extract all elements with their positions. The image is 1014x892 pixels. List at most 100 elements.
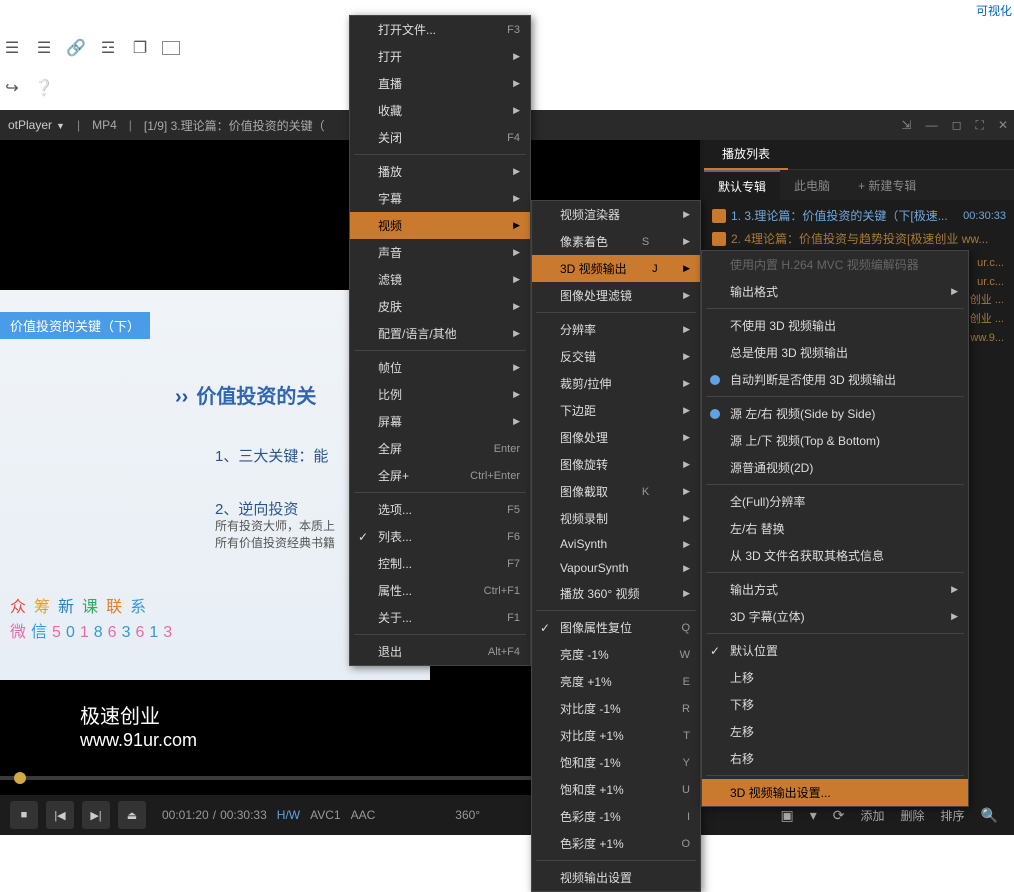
- playlist-item[interactable]: 2. 4理论篇：价值投资与趋势投资[极速创业 ww...: [710, 227, 1008, 250]
- stop-button[interactable]: ■: [10, 801, 38, 829]
- menu-item[interactable]: ✓列表...F6: [350, 523, 530, 550]
- menu-item[interactable]: 对比度 +1%T: [532, 722, 700, 749]
- menu-item[interactable]: 图像处理▶: [532, 424, 700, 451]
- menu-item[interactable]: 收藏▶: [350, 97, 530, 124]
- menu-item[interactable]: 图像旋转▶: [532, 451, 700, 478]
- visualize-link[interactable]: 可视化: [976, 2, 1012, 19]
- playlist-item[interactable]: 1. 3.理论篇：价值投资的关键（下[极速... 00:30:33: [710, 204, 1008, 227]
- menu-item[interactable]: 直播▶: [350, 70, 530, 97]
- close-icon[interactable]: ✕: [998, 118, 1008, 132]
- menu-item[interactable]: VapourSynth▶: [532, 556, 700, 580]
- menu-item[interactable]: 亮度 -1%W: [532, 641, 700, 668]
- menu-item[interactable]: 皮肤▶: [350, 293, 530, 320]
- next-button[interactable]: ▶|: [82, 801, 110, 829]
- menu-item[interactable]: 输出格式▶: [702, 278, 968, 305]
- progress-knob[interactable]: [14, 772, 26, 784]
- rect-icon[interactable]: [162, 41, 180, 55]
- pl-icon-3[interactable]: ⟳: [833, 807, 845, 824]
- tab-default-album[interactable]: 默认专辑: [704, 170, 780, 201]
- minimize-icon[interactable]: —: [926, 118, 938, 132]
- menu-item[interactable]: 声音▶: [350, 239, 530, 266]
- menu-item[interactable]: 右移: [702, 745, 968, 772]
- menu-item[interactable]: 帧位▶: [350, 354, 530, 381]
- menu-item[interactable]: 自动判断是否使用 3D 视频输出: [702, 366, 968, 393]
- menu-item[interactable]: 3D 视频输出J▶: [532, 255, 700, 282]
- help-icon[interactable]: ❔: [34, 78, 54, 98]
- menu-item[interactable]: 字幕▶: [350, 185, 530, 212]
- 360-label[interactable]: 360°: [455, 808, 480, 822]
- menu-item[interactable]: 关闭F4: [350, 124, 530, 151]
- menu-item[interactable]: 对比度 -1%R: [532, 695, 700, 722]
- menu-item[interactable]: 控制...F7: [350, 550, 530, 577]
- menu-item[interactable]: 反交错▶: [532, 343, 700, 370]
- tab-this-pc[interactable]: 此电脑: [780, 171, 844, 200]
- menu-item[interactable]: 饱和度 +1%U: [532, 776, 700, 803]
- menu-item[interactable]: 裁剪/拉伸▶: [532, 370, 700, 397]
- menu-item[interactable]: 下移: [702, 691, 968, 718]
- list-icon[interactable]: ☲: [98, 38, 118, 58]
- menu-item[interactable]: 打开▶: [350, 43, 530, 70]
- menu-item[interactable]: 从 3D 文件名获取其格式信息: [702, 542, 968, 569]
- menu-item[interactable]: ✓图像属性复位Q: [532, 614, 700, 641]
- menu-item[interactable]: 不使用 3D 视频输出: [702, 312, 968, 339]
- menu-item[interactable]: 屏幕▶: [350, 408, 530, 435]
- menu-item[interactable]: 源 左/右 视频(Side by Side): [702, 400, 968, 427]
- menu-item[interactable]: 源 上/下 视频(Top & Bottom): [702, 427, 968, 454]
- pin-icon[interactable]: ⇲: [902, 118, 912, 132]
- playlist-title[interactable]: 播放列表: [704, 139, 788, 170]
- menu-item[interactable]: 全(Full)分辨率: [702, 488, 968, 515]
- menu-item[interactable]: 饱和度 -1%Y: [532, 749, 700, 776]
- align-left-icon[interactable]: ☰: [2, 38, 22, 58]
- menu-item[interactable]: 退出Alt+F4: [350, 638, 530, 665]
- menu-item[interactable]: 配置/语言/其他▶: [350, 320, 530, 347]
- menu-item[interactable]: 滤镜▶: [350, 266, 530, 293]
- menu-item[interactable]: 亮度 +1%E: [532, 668, 700, 695]
- menu-item[interactable]: 全屏+Ctrl+Enter: [350, 462, 530, 489]
- menu-item[interactable]: 图像处理滤镜▶: [532, 282, 700, 309]
- pl-icon-2[interactable]: ▾: [810, 807, 817, 824]
- menu-item[interactable]: 左/右 替换: [702, 515, 968, 542]
- menu-item[interactable]: 色彩度 +1%O: [532, 830, 700, 857]
- menu-item[interactable]: 下边距▶: [532, 397, 700, 424]
- menu-item[interactable]: 视频录制▶: [532, 505, 700, 532]
- menu-item[interactable]: 全屏Enter: [350, 435, 530, 462]
- eject-button[interactable]: ⏏: [118, 801, 146, 829]
- menu-item[interactable]: 上移: [702, 664, 968, 691]
- redo-icon[interactable]: ↪: [2, 78, 22, 98]
- menu-item[interactable]: 总是使用 3D 视频输出: [702, 339, 968, 366]
- menu-item[interactable]: ✓默认位置: [702, 637, 968, 664]
- menu-item[interactable]: 输出方式▶: [702, 576, 968, 603]
- menu-item[interactable]: 源普通视频(2D): [702, 454, 968, 481]
- link-icon[interactable]: 🔗: [66, 38, 86, 58]
- menu-item[interactable]: 属性...Ctrl+F1: [350, 577, 530, 604]
- fullscreen-icon[interactable]: ⛶: [976, 118, 984, 133]
- pl-icon-1[interactable]: ▣: [781, 807, 794, 824]
- copy-icon[interactable]: ❐: [130, 38, 150, 58]
- menu-item[interactable]: 色彩度 -1%I: [532, 803, 700, 830]
- menu-item[interactable]: 打开文件...F3: [350, 16, 530, 43]
- app-name[interactable]: otPlayer▼: [8, 118, 65, 132]
- maximize-icon[interactable]: ◻: [952, 118, 962, 132]
- add-button[interactable]: 添加: [861, 807, 885, 824]
- menu-item[interactable]: 视频输出设置: [532, 864, 700, 891]
- menu-item[interactable]: 视频渲染器▶: [532, 201, 700, 228]
- sort-button[interactable]: 排序: [941, 807, 965, 824]
- menu-item[interactable]: 播放▶: [350, 158, 530, 185]
- menu-item[interactable]: 左移: [702, 718, 968, 745]
- menu-item[interactable]: 图像截取K▶: [532, 478, 700, 505]
- menu-item[interactable]: AviSynth▶: [532, 532, 700, 556]
- search-icon[interactable]: 🔍: [981, 807, 998, 824]
- menu-item[interactable]: 像素着色S▶: [532, 228, 700, 255]
- delete-button[interactable]: 删除: [901, 807, 925, 824]
- menu-item[interactable]: 比例▶: [350, 381, 530, 408]
- prev-button[interactable]: |◀: [46, 801, 74, 829]
- tab-new-album[interactable]: + 新建专辑: [844, 171, 930, 200]
- menu-item[interactable]: 选项...F5: [350, 496, 530, 523]
- menu-item[interactable]: 播放 360° 视频▶: [532, 580, 700, 607]
- menu-item[interactable]: 分辨率▶: [532, 316, 700, 343]
- menu-item[interactable]: 视频▶: [350, 212, 530, 239]
- align-right-icon[interactable]: ☰: [34, 38, 54, 58]
- menu-item[interactable]: 3D 字幕(立体)▶: [702, 603, 968, 630]
- menu-item[interactable]: 3D 视频输出设置...: [702, 779, 968, 806]
- menu-item[interactable]: 关于...F1: [350, 604, 530, 631]
